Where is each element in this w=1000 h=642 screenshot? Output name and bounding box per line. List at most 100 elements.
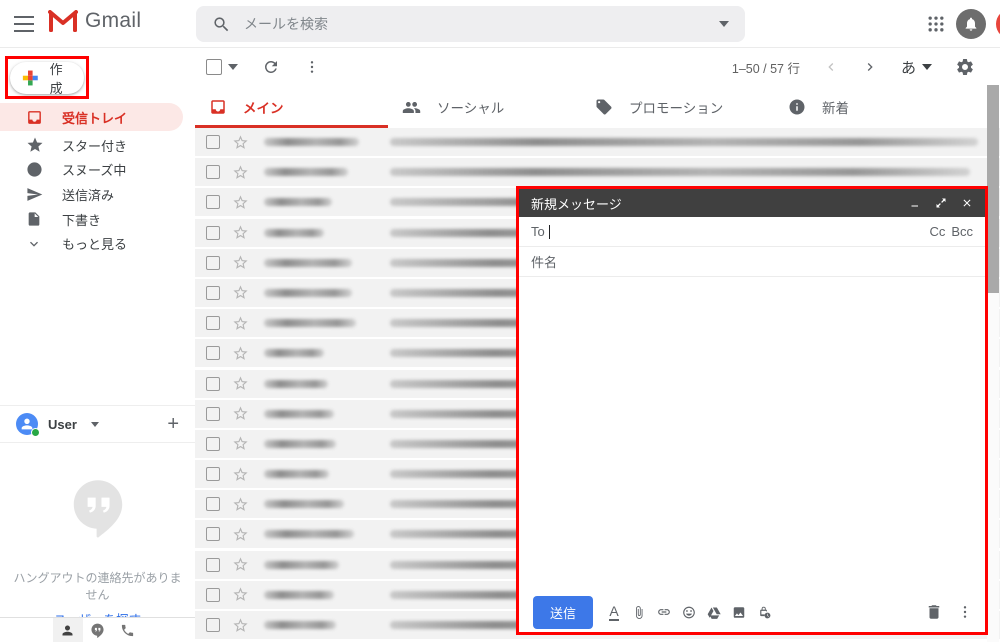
tab-social[interactable]: ソーシャル xyxy=(388,86,581,128)
row-checkbox[interactable] xyxy=(206,286,220,300)
more-vert-icon[interactable] xyxy=(304,59,320,75)
compose-button[interactable]: 作成 xyxy=(10,62,84,94)
user-menu-chevron-icon[interactable] xyxy=(91,422,99,427)
emoji-icon[interactable] xyxy=(682,603,696,622)
row-checkbox[interactable] xyxy=(206,377,220,391)
star-outline-icon[interactable] xyxy=(232,254,249,271)
search-input[interactable]: メールを検索 xyxy=(196,6,745,42)
star-outline-icon[interactable] xyxy=(232,284,249,301)
row-checkbox[interactable] xyxy=(206,588,220,602)
row-checkbox[interactable] xyxy=(206,558,220,572)
row-checkbox[interactable] xyxy=(206,256,220,270)
row-checkbox[interactable] xyxy=(206,437,220,451)
notifications-bell-icon[interactable] xyxy=(956,9,986,39)
sidebar-item-inbox[interactable]: 受信トレイ xyxy=(0,103,183,131)
bcc-button[interactable]: Bcc xyxy=(951,224,973,239)
input-tools-button[interactable]: あ xyxy=(901,57,932,78)
row-checkbox[interactable] xyxy=(206,346,220,360)
recipients-field[interactable]: To Cc Bcc xyxy=(519,217,985,247)
attach-file-icon[interactable] xyxy=(632,603,646,622)
prev-page-chevron-icon[interactable] xyxy=(823,59,839,75)
sidebar-item-sent[interactable]: 送信済み xyxy=(0,182,183,207)
scrollbar-track[interactable] xyxy=(987,85,999,642)
tab-label: メイン xyxy=(243,97,284,117)
user-account-row[interactable]: User + xyxy=(0,405,195,443)
star-outline-icon[interactable] xyxy=(232,556,249,573)
formatting-options-icon[interactable]: A xyxy=(607,604,621,621)
cc-button[interactable]: Cc xyxy=(929,224,945,239)
star-outline-icon[interactable] xyxy=(232,194,249,211)
star-outline-icon[interactable] xyxy=(232,164,249,181)
star-outline-icon[interactable] xyxy=(232,224,249,241)
refresh-icon[interactable] xyxy=(262,58,280,76)
sidebar-item-label: 下書き xyxy=(62,210,101,229)
star-outline-icon[interactable] xyxy=(232,134,249,151)
email-row[interactable] xyxy=(195,158,1000,186)
tab-primary[interactable]: メイン xyxy=(195,86,388,128)
select-all-checkbox[interactable] xyxy=(206,59,222,75)
search-options-chevron-icon[interactable] xyxy=(719,21,729,27)
row-checkbox[interactable] xyxy=(206,497,220,511)
sidebar-item-snoozed[interactable]: スヌーズ中 xyxy=(0,158,183,183)
star-outline-icon[interactable] xyxy=(232,466,249,483)
sender-redacted xyxy=(264,530,354,538)
discard-trash-icon[interactable] xyxy=(925,603,943,621)
user-avatar xyxy=(16,413,38,435)
close-icon[interactable] xyxy=(961,197,973,209)
star-outline-icon[interactable] xyxy=(232,526,249,543)
star-outline-icon[interactable] xyxy=(232,405,249,422)
email-row[interactable] xyxy=(195,128,1000,156)
pagination-label: 1–50 / 57 行 xyxy=(732,58,800,77)
scrollbar-thumb[interactable] xyxy=(987,85,999,293)
row-checkbox[interactable] xyxy=(206,226,220,240)
clock-icon xyxy=(26,161,44,179)
sidebar: 作成 受信トレイ スター付き スヌーズ中 送信済み xyxy=(0,48,195,642)
row-checkbox[interactable] xyxy=(206,165,220,179)
row-checkbox[interactable] xyxy=(206,135,220,149)
apps-grid-icon[interactable] xyxy=(926,14,946,34)
menu-icon[interactable] xyxy=(14,16,34,32)
insert-link-icon[interactable] xyxy=(657,602,671,622)
expand-icon[interactable] xyxy=(935,197,947,209)
phone-tab-icon[interactable] xyxy=(113,618,143,642)
hangouts-tab-icon[interactable] xyxy=(83,618,113,642)
sidebar-item-starred[interactable]: スター付き xyxy=(0,133,183,158)
star-outline-icon[interactable] xyxy=(232,315,249,332)
row-checkbox[interactable] xyxy=(206,467,220,481)
row-checkbox[interactable] xyxy=(206,618,220,632)
star-outline-icon[interactable] xyxy=(232,375,249,392)
inbox-tab-icon xyxy=(209,98,227,116)
row-checkbox[interactable] xyxy=(206,195,220,209)
star-outline-icon[interactable] xyxy=(232,586,249,603)
star-outline-icon[interactable] xyxy=(232,345,249,362)
text-cursor xyxy=(549,225,550,239)
settings-gear-icon[interactable] xyxy=(955,57,975,77)
star-outline-icon[interactable] xyxy=(232,496,249,513)
tab-promotions[interactable]: プロモーション xyxy=(581,86,774,128)
tab-updates[interactable]: 新着 xyxy=(774,86,967,128)
insert-image-icon[interactable] xyxy=(732,603,746,622)
row-checkbox[interactable] xyxy=(206,316,220,330)
confidential-mode-icon[interactable] xyxy=(757,602,771,622)
subject-field[interactable]: 件名 xyxy=(519,247,985,277)
star-outline-icon[interactable] xyxy=(232,617,249,634)
select-options-chevron-icon[interactable] xyxy=(228,64,238,70)
add-contact-icon[interactable]: + xyxy=(167,413,179,436)
more-options-icon[interactable] xyxy=(957,604,973,620)
row-checkbox[interactable] xyxy=(206,407,220,421)
next-page-chevron-icon[interactable] xyxy=(862,59,878,75)
send-button[interactable]: 送信 xyxy=(533,596,593,629)
search-placeholder: メールを検索 xyxy=(244,14,719,34)
message-body-field[interactable] xyxy=(519,277,985,592)
star-outline-icon[interactable] xyxy=(232,435,249,452)
sidebar-item-label: 受信トレイ xyxy=(62,108,127,127)
compose-header[interactable]: 新規メッセージ xyxy=(519,189,985,217)
minimize-icon[interactable] xyxy=(909,197,921,209)
sidebar-item-drafts[interactable]: 下書き xyxy=(0,207,183,232)
search-icon xyxy=(212,15,231,34)
row-checkbox[interactable] xyxy=(206,527,220,541)
sidebar-item-more[interactable]: もっと見る xyxy=(0,231,183,256)
list-toolbar: 1–50 / 57 行 あ xyxy=(195,48,1000,86)
drive-icon[interactable] xyxy=(707,603,721,622)
contacts-tab-person-icon[interactable] xyxy=(53,618,83,642)
